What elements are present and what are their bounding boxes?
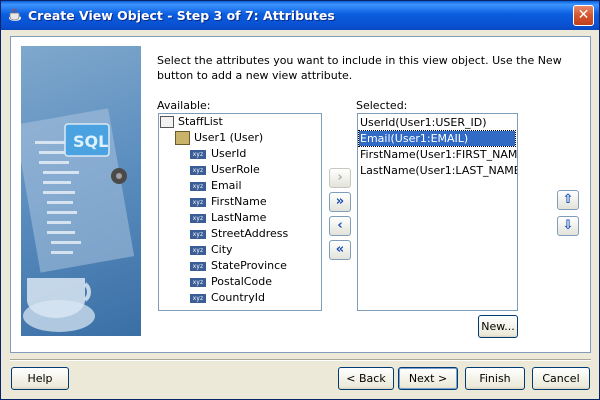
selected-list[interactable]: UserId(User1:USER_ID) Email(User1:EMAIL) F… [357,113,518,311]
close-button[interactable]: ✕ [573,5,594,26]
tree-node-attribute[interactable]: xyz PostalCode [190,274,272,290]
banner-sql-text: SQL [73,132,108,151]
move-all-left-icon: « [335,242,345,257]
tree-node-attribute[interactable]: xyz City [190,242,233,258]
attribute-label: UserRole [211,163,260,176]
tree-node-attribute[interactable]: xyz Email [190,178,242,194]
dialog-window: Create View Object - Step 3 of 7: Attrib… [0,0,600,400]
tree-node-attribute[interactable]: xyz LastName [190,210,266,226]
move-one-button[interactable]: › [329,168,351,188]
attribute-icon: xyz [190,213,206,223]
move-down-button[interactable]: ⇩ [557,216,579,236]
title-bar[interactable]: Create View Object - Step 3 of 7: Attrib… [1,1,599,30]
entity-icon [175,131,190,145]
help-button[interactable]: Help [11,367,69,390]
attribute-icon: xyz [190,261,206,271]
close-icon: ✕ [577,7,590,23]
attribute-label: PostalCode [211,275,272,288]
cancel-button[interactable]: Cancel [532,367,590,390]
content-panel: SQL Select the attributes you want to in… [10,36,591,353]
move-up-button[interactable]: ⇧ [557,190,579,210]
attribute-label: LastName [211,211,267,224]
tree-root-label: StaffList [178,115,223,128]
footer-separator [10,359,591,361]
new-attribute-button[interactable]: New... [478,315,518,338]
view-list-icon [160,116,174,128]
attribute-label: StateProvince [211,259,287,272]
selected-list-item[interactable]: LastName(User1:LAST_NAME) [359,163,517,178]
attribute-label: Email [211,179,242,192]
tree-node-attribute[interactable]: xyz UserId [190,146,246,162]
arrow-up-icon: ⇧ [562,192,574,207]
coffee-cup-icon [9,8,21,21]
wizard-graphic: SQL [21,108,135,332]
move-all-button[interactable]: » [329,192,351,212]
attribute-label: City [211,243,233,256]
tree-node-root[interactable]: StaffList [160,114,223,130]
attribute-icon: xyz [190,149,206,159]
selected-list-item[interactable]: Email(User1:EMAIL) [358,130,516,147]
attribute-icon: xyz [190,197,206,207]
attribute-icon: xyz [190,229,206,239]
instructions-text: Select the attributes you want to includ… [157,54,562,82]
selected-label: Selected: [356,99,408,112]
tree-node-entity[interactable]: User1 (User) [175,130,263,146]
arrow-down-icon: ⇩ [562,218,574,233]
selected-list-item[interactable]: UserId(User1:USER_ID) [359,115,515,130]
tree-entity-label: User1 (User) [194,131,264,144]
attribute-label: UserId [211,147,247,160]
move-all-right-icon: » [335,194,345,209]
remove-one-button[interactable]: ‹ [329,216,351,236]
tree-node-attribute[interactable]: xyz FirstName [190,194,267,210]
move-left-icon: ‹ [337,218,343,233]
attribute-label: FirstName [211,195,267,208]
attribute-icon: xyz [190,181,206,191]
tree-node-attribute[interactable]: xyz StreetAddress [190,226,288,242]
available-label: Available: [157,99,211,112]
tree-node-attribute[interactable]: xyz StateProvince [190,258,287,274]
attribute-label: StreetAddress [211,227,289,240]
next-button[interactable]: Next > [398,367,458,390]
wizard-banner-image: SQL [21,46,141,336]
remove-all-button[interactable]: « [329,240,351,260]
available-tree[interactable]: StaffList User1 (User) xyz UserId xyz UserR… [158,113,322,311]
tree-node-attribute[interactable]: xyz UserRole [190,162,260,178]
move-right-icon: › [337,170,343,185]
tree-node-attribute[interactable]: xyz CountryId [190,290,265,306]
attribute-icon: xyz [190,165,206,175]
selected-list-item[interactable]: FirstName(User1:FIRST_NAME) [359,147,517,162]
back-button[interactable]: < Back [338,367,394,390]
attribute-label: CountryId [211,291,265,304]
finish-button[interactable]: Finish [465,367,525,390]
attribute-icon: xyz [190,245,206,255]
attribute-icon: xyz [190,293,206,303]
window-title: Create View Object - Step 3 of 7: Attrib… [28,8,335,23]
attribute-icon: xyz [190,277,206,287]
